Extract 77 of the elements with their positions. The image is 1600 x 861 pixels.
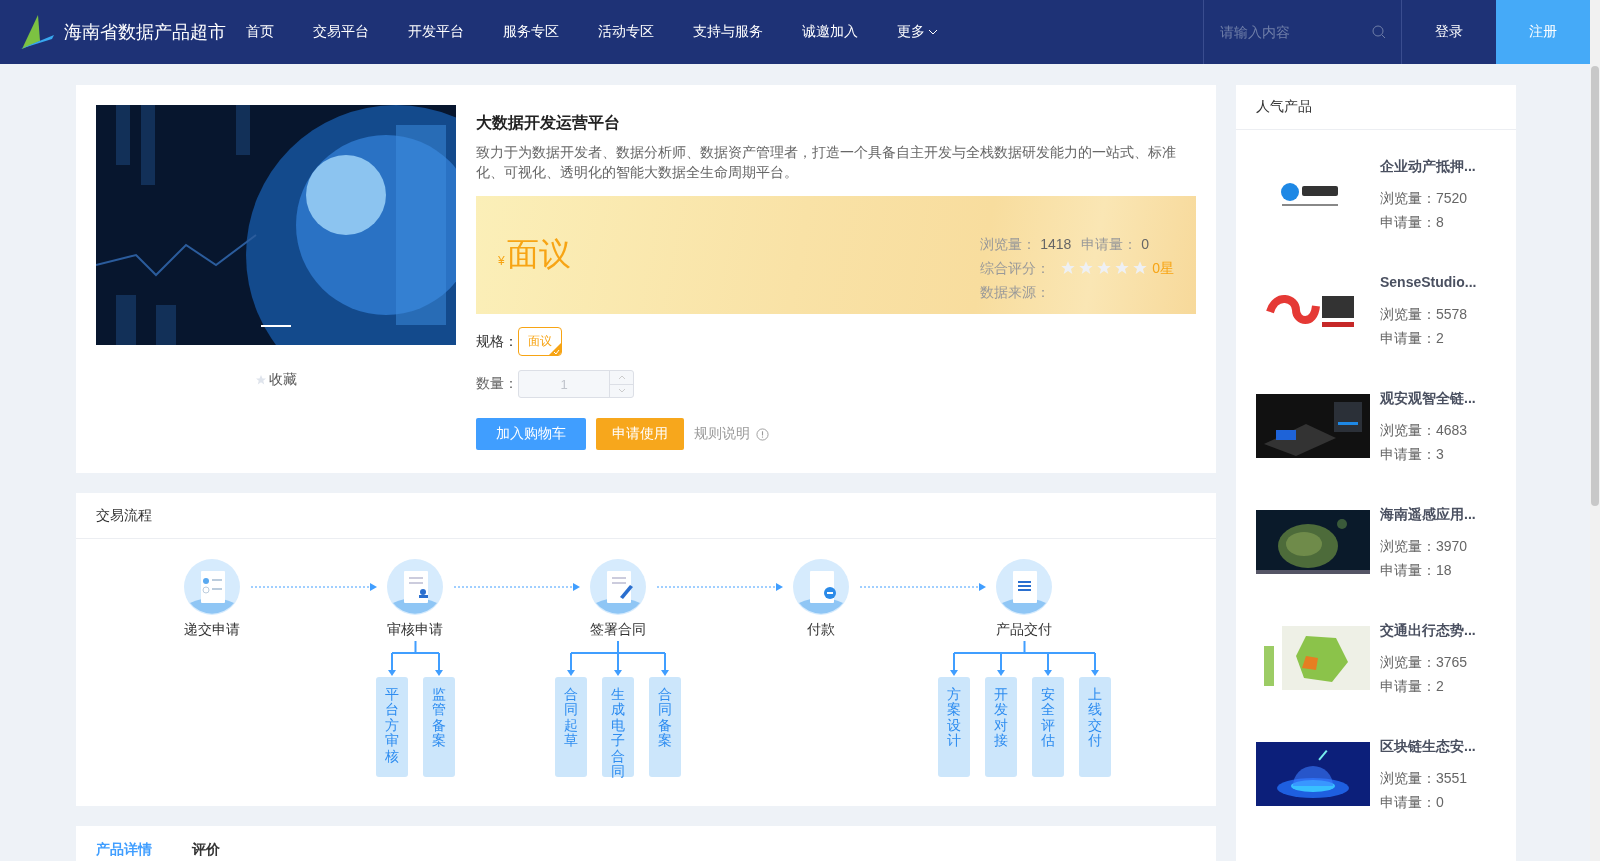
substep-box: 上线交付 <box>1078 677 1111 777</box>
login-button[interactable]: 登录 <box>1402 0 1496 64</box>
product-name[interactable]: 区块链生态安... <box>1380 734 1476 758</box>
carousel-indicator[interactable] <box>261 325 291 327</box>
star-icon <box>1078 260 1095 276</box>
apply-count: 申请量：2 <box>1380 329 1445 348</box>
substep-box: 开发对接 <box>984 677 1017 777</box>
chevron-up-icon[interactable] <box>617 374 626 380</box>
product-title: 大数据开发运营平台 <box>476 113 621 133</box>
nav-link[interactable]: 服务专区 <box>503 23 559 41</box>
step-label: 递交申请 <box>184 621 240 639</box>
star-icon <box>1096 260 1113 276</box>
substep-box: 平台方审核 <box>375 677 408 777</box>
substep-box: 生成电子合同 <box>602 677 634 777</box>
step-label: 付款 <box>807 621 835 639</box>
view-count: 浏览量：3765 <box>1380 653 1469 672</box>
section-title: 人气产品 <box>1256 98 1312 116</box>
signing-icon <box>590 559 646 615</box>
substep-box: 方案设计 <box>937 677 970 777</box>
nav-link[interactable]: 诚邀加入 <box>802 23 858 41</box>
apply-count: 申请量：0 <box>1380 793 1445 812</box>
product-name[interactable]: 企业动产抵押... <box>1380 154 1476 178</box>
star-icon <box>255 374 267 386</box>
substep-box: 合同备案 <box>649 677 681 777</box>
view-count: 浏览量：3970 <box>1380 537 1469 556</box>
stat-label: 申请量： <box>1081 235 1138 254</box>
view-count: 浏览量：5578 <box>1380 305 1469 324</box>
info-icon <box>756 427 769 441</box>
search-icon <box>1372 25 1386 39</box>
step-label: 产品交付 <box>996 621 1052 639</box>
product-name[interactable]: SenseStudio... <box>1380 270 1477 294</box>
spec-label: 规格： <box>476 332 518 351</box>
product-name[interactable]: 观安观智全链... <box>1380 386 1476 410</box>
step-label: 签署合同 <box>590 621 646 639</box>
apply-count: 申请量：8 <box>1380 213 1445 232</box>
step-label: 审核申请 <box>387 621 443 639</box>
product-description: 致力于为数据开发者、数据分析师、数据资产管理者，打造一个具备自主开发与全栈数据研发能力的一站式、标准化、可视化、透明化的智能大数据全生命周期平台。 <box>476 143 1177 182</box>
view-count: 浏览量：7520 <box>1380 189 1469 208</box>
site-title: 海南省数据产品超市 <box>64 21 226 44</box>
form-icon <box>184 559 240 615</box>
document-icon <box>996 559 1052 615</box>
nav-link[interactable]: 支持与服务 <box>693 23 763 41</box>
apply-count: 申请量：2 <box>1380 677 1445 696</box>
substep-box: 合同起草 <box>555 677 587 777</box>
nav-link[interactable]: 开发平台 <box>408 23 464 41</box>
star-icon <box>1132 260 1149 276</box>
search-field[interactable]: 请输入内容 <box>1218 23 1372 41</box>
logo-icon <box>18 13 56 51</box>
stat-label: 数据来源： <box>980 283 1051 302</box>
apply-count: 申请量：18 <box>1380 561 1453 580</box>
view-count: 浏览量：3551 <box>1380 769 1469 788</box>
substep-box: 监管备案 <box>422 677 455 777</box>
stamp-document-icon <box>387 559 443 615</box>
nav-link[interactable]: 交易平台 <box>313 23 369 41</box>
stat-label: 浏览量： <box>980 235 1037 254</box>
star-icon <box>1060 260 1077 276</box>
tab[interactable]: 评价 <box>192 840 220 860</box>
nav-link[interactable]: 首页 <box>246 23 274 41</box>
stat-value: 0 <box>1141 235 1150 254</box>
chevron-down-icon[interactable] <box>617 388 626 394</box>
nav-link[interactable]: 活动专区 <box>598 23 654 41</box>
price-text: 面议 <box>506 235 571 274</box>
stat-value: 1418 <box>1040 235 1072 254</box>
substep-box: 安全评估 <box>1031 677 1064 777</box>
view-count: 浏览量：4683 <box>1380 421 1469 440</box>
nav-link[interactable]: 更多 <box>897 23 938 41</box>
product-name[interactable]: 海南遥感应用... <box>1380 502 1476 526</box>
product-name[interactable]: 交通出行态势... <box>1380 618 1476 642</box>
currency-symbol: ¥ <box>498 254 505 268</box>
star-icon <box>1114 260 1131 276</box>
rating-text: 0星 <box>1152 259 1174 278</box>
favorite-link[interactable]: 收藏 <box>269 371 297 389</box>
stat-label: 综合评分： <box>980 259 1051 278</box>
apply-count: 申请量：3 <box>1380 445 1445 464</box>
quantity-label: 数量： <box>476 375 518 393</box>
section-title: 交易流程 <box>96 506 152 525</box>
scrollbar-thumb[interactable] <box>1591 66 1599 506</box>
